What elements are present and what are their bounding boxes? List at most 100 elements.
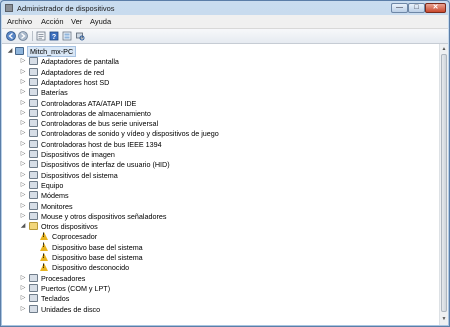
tree-root[interactable]: ◢ Mitch_mx-PC [2,46,432,57]
tree-item-label: Controladoras de sonido y vídeo y dispos… [41,129,219,139]
tree-item-label: Controladoras ATA/ATAPI IDE [41,98,137,108]
tree-item-label: Controladoras de bus serie universal [41,119,159,129]
tree-device[interactable]: Coprocesador [2,231,432,241]
expand-arrow-icon[interactable]: ▷ [20,139,26,149]
device-category-icon [29,170,38,179]
scroll-down-arrow-icon[interactable]: ▼ [440,315,448,323]
menu-archivo[interactable]: Archivo [7,17,32,26]
tree-category[interactable]: ▷ Mouse y otros dispositivos señaladores [2,211,432,221]
tree-device[interactable]: Dispositivo base del sistema [2,242,432,252]
minimize-button[interactable]: — [391,3,408,13]
expand-arrow-icon[interactable]: ▷ [20,304,26,314]
close-button[interactable]: ✕ [425,3,446,13]
expand-arrow-icon[interactable]: ▷ [20,273,26,283]
scan-hardware-icon[interactable] [75,31,85,41]
tree-category[interactable]: ▷ Adaptadores de pantalla [2,56,432,66]
expand-arrow-icon[interactable]: ▷ [20,293,26,303]
warning-device-icon [40,263,49,272]
expand-arrow-icon[interactable]: ▷ [20,108,26,118]
device-category-icon [29,211,38,220]
tree-item-label: Adaptadores de pantalla [41,57,119,67]
tree-item-label: Baterías [41,88,68,98]
maximize-button[interactable]: □ [408,3,425,13]
expand-arrow-icon[interactable]: ▷ [20,67,26,77]
tree-device[interactable]: Dispositivo base del sistema [2,252,432,262]
device-category-icon [29,139,38,148]
tree-category[interactable]: ▷ Dispositivos del sistema [2,170,432,180]
tree-item-label: Dispositivos de imagen [41,150,115,159]
tree-item-label: Dispositivo desconocido [52,263,130,273]
menu-bar: Archivo Acción Ver Ayuda [2,15,448,29]
tree-item-label: Controladoras host de bus IEEE 1394 [41,139,162,149]
device-category-icon [29,304,38,313]
tree-category[interactable]: ▷ Baterías [2,87,432,97]
warning-device-icon [40,232,49,241]
menu-ver[interactable]: Ver [71,17,82,26]
expand-arrow-icon[interactable]: ▷ [20,149,26,159]
tree-category[interactable]: ▷ Controladoras de bus serie universal [2,118,432,128]
tree-category[interactable]: ▷ Adaptadores host SD [2,77,432,87]
tree-item-label: Adaptadores host SD [41,77,110,87]
expand-arrow-icon[interactable]: ▷ [20,128,26,138]
expand-arrow-icon[interactable]: ▷ [20,283,26,293]
tree-item-label: Otros dispositivos [41,222,98,232]
tree-category[interactable]: ▷ Controladoras ATA/ATAPI IDE [2,98,432,108]
device-category-icon [29,180,38,189]
view-icon[interactable] [62,31,72,41]
device-category-icon [29,160,38,169]
menu-accion[interactable]: Acción [41,17,64,26]
properties-icon[interactable] [36,31,46,41]
tree-category[interactable]: ▷ Teclados [2,293,432,303]
device-category-icon [29,150,38,158]
scroll-up-arrow-icon[interactable]: ▲ [440,45,448,53]
tree-category[interactable]: ◢ Otros dispositivos [2,221,432,231]
expand-arrow-icon[interactable]: ▷ [20,211,26,221]
tree-category[interactable]: ▷ Dispositivos de interfaz de usuario (HI… [2,159,432,169]
collapse-arrow-icon[interactable]: ◢ [20,221,26,231]
device-category-icon [29,108,38,117]
tree-category[interactable]: ▷ Controladoras de sonido y vídeo y dispo… [2,128,432,138]
window-title: Administrador de dispositivos [17,4,115,13]
tree-category[interactable]: ▷ Unidades de disco [2,304,432,314]
vertical-scrollbar[interactable]: ▲ ▼ [439,44,448,325]
expand-arrow-icon[interactable]: ▷ [20,77,26,87]
tree-item-label: Monitores [41,201,73,211]
expand-arrow-icon[interactable]: ▷ [20,87,26,97]
tree-device[interactable]: Dispositivo desconocido [2,262,432,272]
title-bar[interactable]: Administrador de dispositivos — □ ✕ [1,1,449,15]
expand-arrow-icon[interactable]: ▷ [20,170,26,180]
warning-device-icon [40,242,49,251]
scrollbar-thumb[interactable] [441,54,447,312]
tree-category[interactable]: ▷ Controladoras host de bus IEEE 1394 [2,139,432,149]
device-category-icon [29,201,38,210]
tree-category[interactable]: ▷ Dispositivos de imagen [2,149,432,159]
expand-arrow-icon[interactable]: ▷ [20,98,26,108]
tree-category[interactable]: ▷ Módems [2,190,432,200]
device-tree-panel: ◢ Mitch_mx-PC ▷ Adaptadores de pantalla ▷ Ada… [2,44,448,325]
expand-arrow-icon[interactable]: ▷ [20,56,26,66]
tree-category[interactable]: ▷ Procesadores [2,273,432,283]
forward-icon[interactable] [18,31,28,41]
device-category-icon [29,129,38,138]
toolbar: ? [2,29,448,44]
back-icon[interactable] [6,31,16,41]
device-category-icon [29,98,38,107]
svg-text:?: ? [52,34,56,41]
computer-icon [15,47,24,55]
tree-category[interactable]: ▷ Equipo [2,180,432,190]
expand-arrow-icon[interactable]: ▷ [20,190,26,200]
help-icon[interactable]: ? [49,31,59,41]
menu-ayuda[interactable]: Ayuda [90,17,111,26]
tree-category[interactable]: ▷ Controladoras de almacenamiento [2,108,432,118]
expand-arrow-icon[interactable]: ▷ [20,201,26,211]
collapse-arrow-icon[interactable]: ◢ [7,46,13,56]
tree-category[interactable]: ▷ Monitores [2,201,432,211]
tree-item-label: Adaptadores de red [41,67,105,77]
expand-arrow-icon[interactable]: ▷ [20,159,26,169]
expand-arrow-icon[interactable]: ▷ [20,118,26,128]
device-category-icon [29,57,38,66]
tree-category[interactable]: ▷ Puertos (COM y LPT) [2,283,432,293]
device-manager-app-icon [5,4,13,12]
tree-category[interactable]: ▷ Adaptadores de red [2,67,432,77]
expand-arrow-icon[interactable]: ▷ [20,180,26,190]
